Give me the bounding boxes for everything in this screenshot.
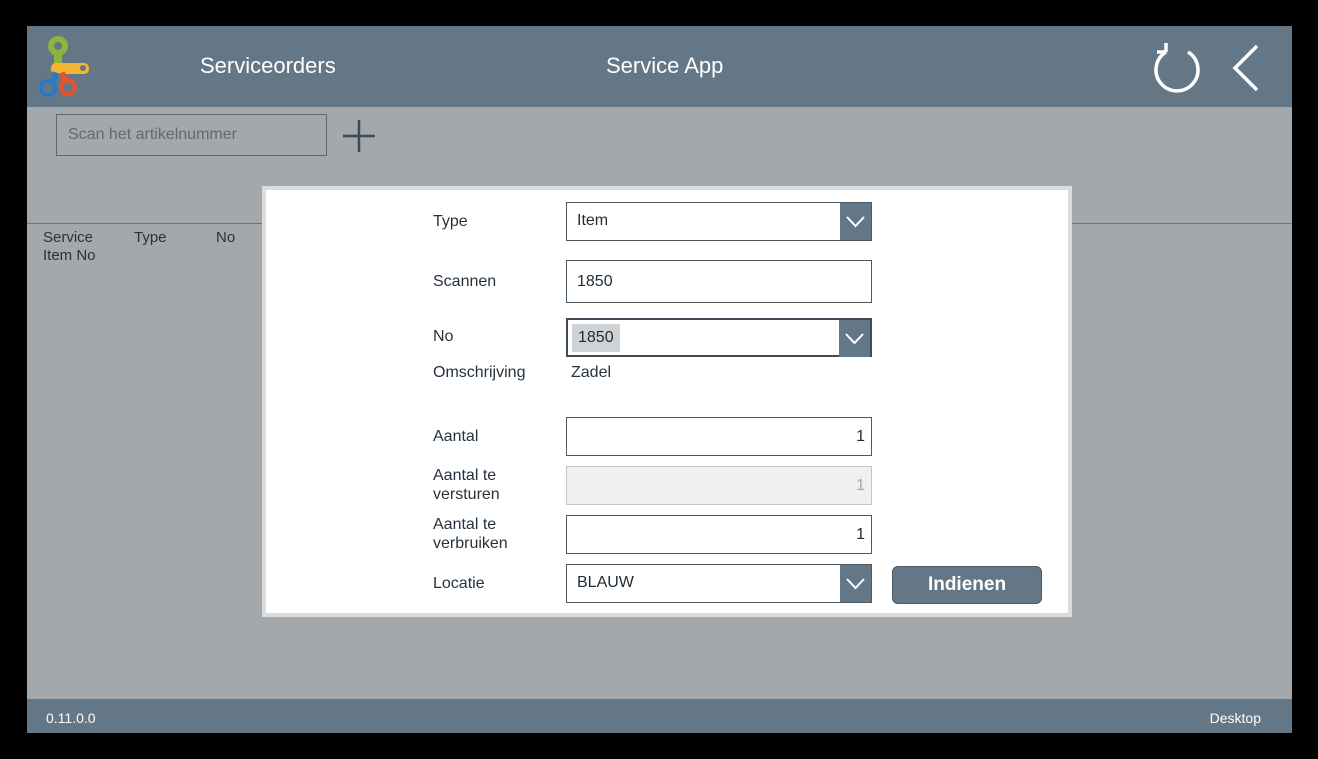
scan-article-input[interactable]	[56, 114, 327, 156]
quantity-label: Aantal	[433, 428, 479, 445]
chevron-down-icon[interactable]	[839, 320, 870, 357]
version-label: 0.11.0.0	[46, 710, 96, 726]
quantity-ship-field: 1	[566, 466, 872, 505]
location-dropdown[interactable]: BLAUW	[566, 564, 872, 603]
app-title: Service App	[606, 53, 724, 78]
footer-bar: 0.11.0.0 Desktop	[27, 699, 1292, 733]
scan-value: 1850	[577, 273, 613, 290]
no-value: 1850	[572, 324, 620, 352]
app-logo	[39, 36, 89, 97]
back-arrow-icon[interactable]	[1225, 40, 1265, 96]
scan-label: Scannen	[433, 273, 497, 290]
quantity-ship-value: 1	[856, 477, 865, 494]
quantity-use-field[interactable]: 1	[566, 515, 872, 554]
description-label: Omschrijving	[433, 364, 526, 381]
column-header-service-item-no: Service Item No	[43, 229, 96, 264]
type-value: Item	[577, 212, 609, 229]
no-dropdown[interactable]: 1850	[566, 318, 872, 357]
type-label: Type	[433, 213, 468, 230]
add-icon[interactable]	[341, 118, 377, 154]
description-value: Zadel	[571, 364, 612, 381]
chevron-down-icon[interactable]	[840, 565, 871, 602]
mode-label: Desktop	[1209, 710, 1261, 726]
quantity-field[interactable]: 1	[566, 417, 872, 456]
column-header-type: Type	[134, 229, 167, 246]
chevron-down-icon[interactable]	[840, 203, 871, 240]
location-label: Locatie	[433, 575, 485, 592]
submit-button[interactable]: Indienen	[892, 566, 1042, 604]
app-window: Serviceorders Service App Service Item N…	[27, 26, 1292, 733]
add-line-dialog: Type Item Scannen 1850 No 1850 Omschrijv…	[262, 186, 1072, 617]
quantity-ship-label: Aantal te versturen	[433, 467, 500, 503]
quantity-use-label: Aantal te verbruiken	[433, 516, 508, 552]
quantity-use-value: 1	[856, 526, 865, 543]
column-header-no: No	[216, 229, 236, 246]
section-title: Serviceorders	[200, 53, 336, 78]
type-dropdown[interactable]: Item	[566, 202, 872, 241]
scan-field[interactable]: 1850	[566, 260, 872, 303]
no-label: No	[433, 328, 454, 345]
refresh-icon[interactable]	[1149, 40, 1205, 96]
header-bar: Serviceorders Service App	[27, 26, 1292, 107]
quantity-value: 1	[856, 428, 865, 445]
location-value: BLAUW	[577, 574, 634, 591]
